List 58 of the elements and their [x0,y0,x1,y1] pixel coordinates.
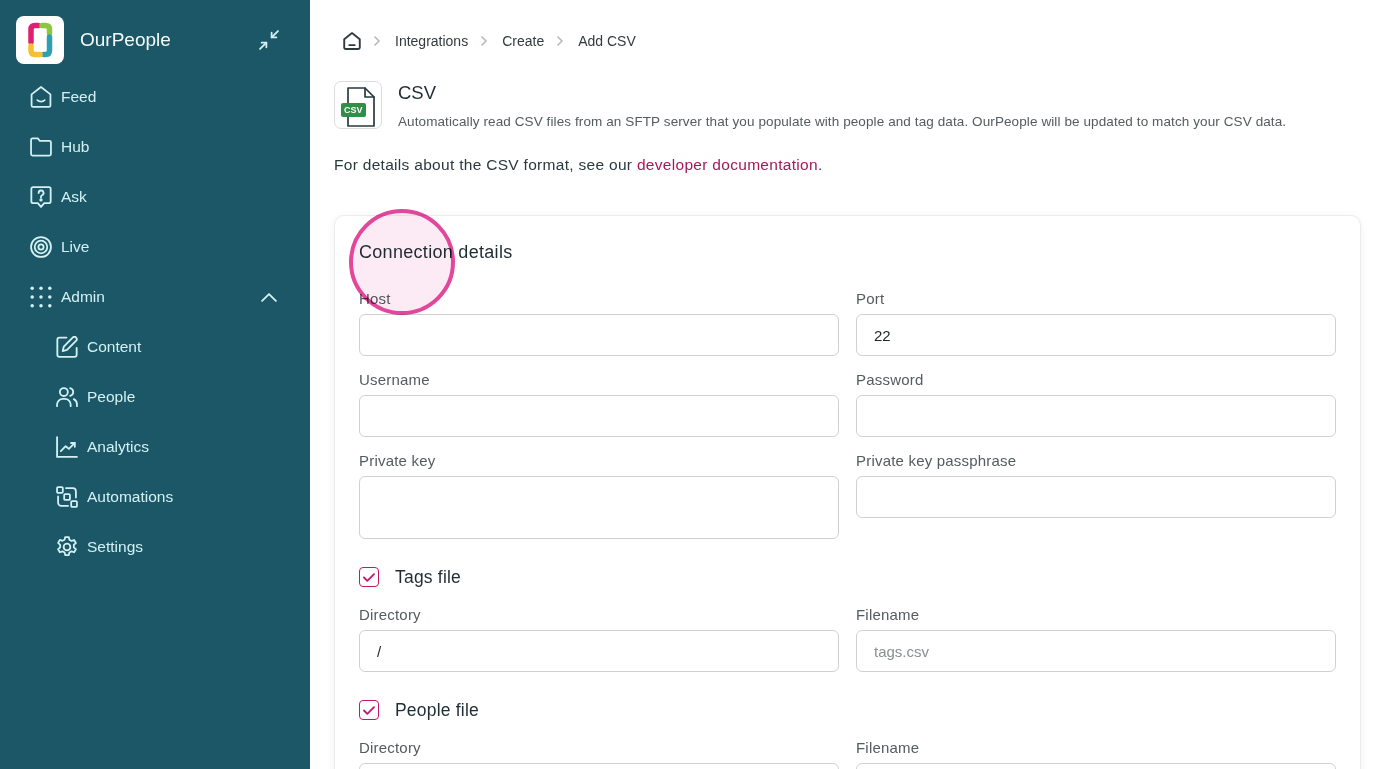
nav-subitem[interactable]: Analytics [0,422,290,472]
field-label: Directory [359,739,421,757]
home-icon[interactable] [343,32,361,50]
home-icon [30,86,52,108]
nav-item[interactable]: Live [0,222,290,272]
field-label: Username [359,371,430,389]
checkbox-label: Tags file [395,567,461,587]
folder-icon [30,136,52,158]
chevron-right-icon [481,36,488,46]
app-logo [16,16,64,64]
people-icon [56,386,78,408]
checkbox-label: People file [395,700,479,720]
target-icon [30,236,52,258]
text-field[interactable]: tags.csv [856,630,1336,672]
check-icon [363,705,375,715]
nav-subitem[interactable]: Automations [0,472,290,522]
nav-item[interactable]: Ask [0,172,290,222]
brand-name: OurPeople [80,29,171,51]
nav-subitem[interactable]: People [0,372,290,422]
field-label: Filename [856,739,920,757]
field-label: Password [856,371,924,389]
chevron-right-icon [557,36,564,46]
dot-grid-icon [30,286,52,308]
text-field[interactable]: / [359,630,839,672]
nav-item[interactable]: Admin [0,272,290,322]
question-bubble-icon [30,186,52,208]
text-field[interactable] [856,476,1336,518]
breadcrumb-current: Add CSV [578,33,636,49]
text-field[interactable] [359,395,839,437]
intro-text: For details about the CSV format, see our developer documentation. [334,155,823,175]
nav-item[interactable]: Hub [0,122,290,172]
field-label: Private key [359,452,436,470]
field-label: Private key passphrase [856,452,1017,470]
text-field[interactable] [359,314,839,356]
collapse-arrows-icon[interactable] [259,30,279,50]
documentation-link[interactable]: developer documentation [636,156,818,173]
nav-subitem[interactable]: Content [0,322,290,372]
field-label: Port [856,290,885,308]
nav-item[interactable]: Feed [0,72,290,122]
edit-icon [56,336,78,358]
chevron-up-icon[interactable] [261,292,277,302]
checkbox[interactable] [359,700,379,720]
checkbox[interactable] [359,567,379,587]
integration-title: CSV [398,81,437,105]
field-label: Directory [359,606,421,624]
text-field[interactable] [856,395,1336,437]
nav-subitem[interactable]: Settings [0,522,290,572]
breadcrumb-link[interactable]: Integrations [395,33,469,49]
text-field[interactable]: 22 [856,314,1336,356]
breadcrumb-link[interactable]: Create [502,33,545,49]
check-icon [363,572,375,582]
field-label: Filename [856,606,920,624]
integration-description: Automatically read CSV files from an SFTP server that you populate with people and tag data. OurPeople will be updated to match your CSV data. [398,113,1287,131]
chevron-right-icon [374,36,380,46]
chart-icon [56,436,78,458]
gear-icon [56,536,78,558]
file-type-badge: CSV [341,103,366,117]
connected-squares-icon [56,486,78,508]
